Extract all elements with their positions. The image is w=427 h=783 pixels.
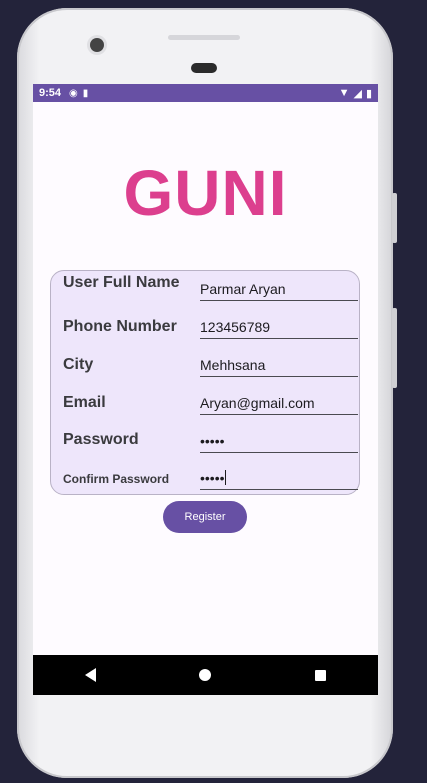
- earpiece-speaker: [168, 35, 240, 40]
- password-label: Password: [63, 431, 139, 448]
- confirm-password-value: •••••: [200, 470, 225, 486]
- app-notification-icon: ◉: [69, 87, 78, 99]
- volume-button: [392, 193, 397, 243]
- app-logo: GUNI: [123, 157, 288, 229]
- app-screen: 9:54 ◉ ▮ ▼ ◢ ▮ GUNI User Full Name Parma…: [33, 84, 378, 694]
- text-cursor: [224, 470, 226, 485]
- full-name-label: User Full Name: [63, 274, 180, 291]
- power-button: [392, 308, 397, 388]
- status-time: 9:54: [39, 87, 62, 99]
- status-bar: 9:54 ◉ ▮ ▼ ◢ ▮: [33, 84, 378, 102]
- city-label: City: [63, 356, 94, 373]
- battery-icon: ▮: [365, 87, 372, 100]
- password-field[interactable]: •••••: [200, 433, 358, 453]
- confirm-password-label: Confirm Password: [63, 472, 170, 486]
- register-button[interactable]: Register: [163, 501, 247, 533]
- full-name-field[interactable]: Parmar Aryan: [200, 281, 358, 301]
- recents-icon[interactable]: [315, 669, 327, 681]
- wifi-icon: ▼: [338, 87, 350, 99]
- email-field[interactable]: Aryan@gmail.com: [200, 395, 358, 415]
- phone-field[interactable]: 123456789: [200, 319, 358, 339]
- registration-form: User Full Name Parmar Aryan Phone Number…: [50, 270, 360, 495]
- sd-card-icon: ▮: [82, 87, 89, 99]
- phone-label: Phone Number: [63, 318, 177, 335]
- confirm-password-field[interactable]: •••••: [200, 470, 358, 490]
- city-field[interactable]: Mehhsana: [200, 357, 358, 377]
- back-icon[interactable]: [84, 668, 96, 682]
- email-label: Email: [63, 394, 106, 411]
- home-icon[interactable]: [199, 669, 212, 681]
- navigation-bar: [33, 655, 378, 695]
- front-camera: [90, 38, 104, 52]
- signal-icon: ◢: [353, 87, 362, 100]
- proximity-sensor: [191, 63, 217, 73]
